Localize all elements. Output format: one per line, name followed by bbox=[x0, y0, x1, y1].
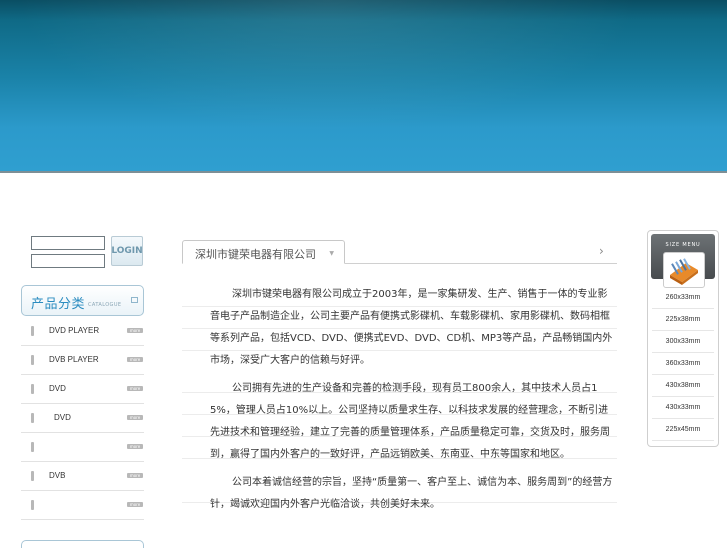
size-option[interactable]: 430x38mm bbox=[652, 375, 714, 397]
more-button[interactable]: more bbox=[127, 444, 143, 449]
bullet-icon bbox=[31, 413, 34, 423]
category-item-label[interactable]: DVD PLAYER bbox=[49, 326, 99, 335]
size-option[interactable]: 225x45mm bbox=[652, 419, 714, 441]
size-menu-header: SIZE MENU bbox=[651, 234, 715, 288]
category-item[interactable]: DVD more bbox=[21, 375, 144, 404]
category-item[interactable]: DVB PLAYER more bbox=[21, 346, 144, 375]
more-button[interactable]: more bbox=[127, 502, 143, 507]
intro-paragraph: 深圳市键荣电器有限公司成立于2003年，是一家集研发、生产、销售于一体的专业影音… bbox=[210, 289, 613, 366]
bullet-icon bbox=[31, 384, 34, 394]
category-item[interactable]: DVD PLAYER more bbox=[21, 317, 144, 346]
category-toggle-icon[interactable] bbox=[131, 297, 138, 303]
next-section-box bbox=[21, 540, 144, 548]
banner-sheen bbox=[0, 0, 727, 171]
intro-paragraph: 公司本着诚信经营的宗旨，坚持“质量第一、客户至上、诚信为本、服务周到”的经营方针… bbox=[210, 477, 613, 510]
tab-company-profile[interactable]: 深圳市键荣电器有限公司 ▼ bbox=[182, 240, 345, 264]
more-button[interactable]: more bbox=[127, 328, 143, 333]
size-menu-title: SIZE MENU bbox=[665, 242, 701, 248]
category-subtitle: CATALOGUE bbox=[88, 302, 122, 308]
company-intro: 深圳市键荣电器有限公司成立于2003年，是一家集研发、生产、销售于一体的专业影音… bbox=[210, 284, 617, 522]
bullet-icon bbox=[31, 326, 34, 336]
bullet-icon bbox=[31, 500, 34, 510]
chevron-down-icon: ▼ bbox=[329, 250, 334, 257]
category-header: 产品分类 CATALOGUE bbox=[21, 285, 144, 316]
chevron-right-icon[interactable]: › bbox=[599, 244, 604, 258]
category-title: 产品分类 bbox=[31, 297, 86, 312]
category-item[interactable]: more bbox=[21, 491, 144, 520]
more-button[interactable]: more bbox=[127, 473, 143, 478]
more-button[interactable]: more bbox=[127, 386, 143, 391]
disc-box-icon bbox=[670, 258, 698, 285]
size-option[interactable]: 430x33mm bbox=[652, 397, 714, 419]
category-item-label[interactable]: DVD bbox=[49, 384, 66, 393]
category-item-label[interactable]: DVB PLAYER bbox=[49, 355, 99, 364]
bullet-icon bbox=[31, 471, 34, 481]
category-item[interactable]: DVD more bbox=[21, 404, 144, 433]
header-banner bbox=[0, 0, 727, 173]
username-input[interactable] bbox=[31, 236, 105, 250]
size-option[interactable]: 260x33mm bbox=[652, 287, 714, 309]
size-menu-panel: SIZE MENU 260x33mm 225x38mm 300x33mm 360… bbox=[647, 230, 719, 447]
size-option[interactable]: 225x38mm bbox=[652, 309, 714, 331]
size-list: 260x33mm 225x38mm 300x33mm 360x33mm 430x… bbox=[652, 287, 714, 441]
category-item-label[interactable]: DVD bbox=[54, 413, 71, 422]
size-option[interactable]: 300x33mm bbox=[652, 331, 714, 353]
category-item[interactable]: DVB more bbox=[21, 462, 144, 491]
intro-paragraph: 公司拥有先进的生产设备和完善的检测手段，现有员工800余人，其中技术人员占15%… bbox=[210, 383, 610, 460]
password-input[interactable] bbox=[31, 254, 105, 268]
product-thumbnail bbox=[663, 252, 705, 288]
category-item-label[interactable]: DVB bbox=[49, 471, 65, 480]
bullet-icon bbox=[31, 442, 34, 452]
login-button[interactable]: LOGIN bbox=[111, 236, 143, 266]
bullet-icon bbox=[31, 355, 34, 365]
category-list: DVD PLAYER more DVB PLAYER more DVD more… bbox=[21, 317, 144, 520]
size-option[interactable]: 360x33mm bbox=[652, 353, 714, 375]
more-button[interactable]: more bbox=[127, 357, 143, 362]
category-item[interactable]: more bbox=[21, 433, 144, 462]
tab-label: 深圳市键荣电器有限公司 bbox=[195, 248, 316, 261]
more-button[interactable]: more bbox=[127, 415, 143, 420]
